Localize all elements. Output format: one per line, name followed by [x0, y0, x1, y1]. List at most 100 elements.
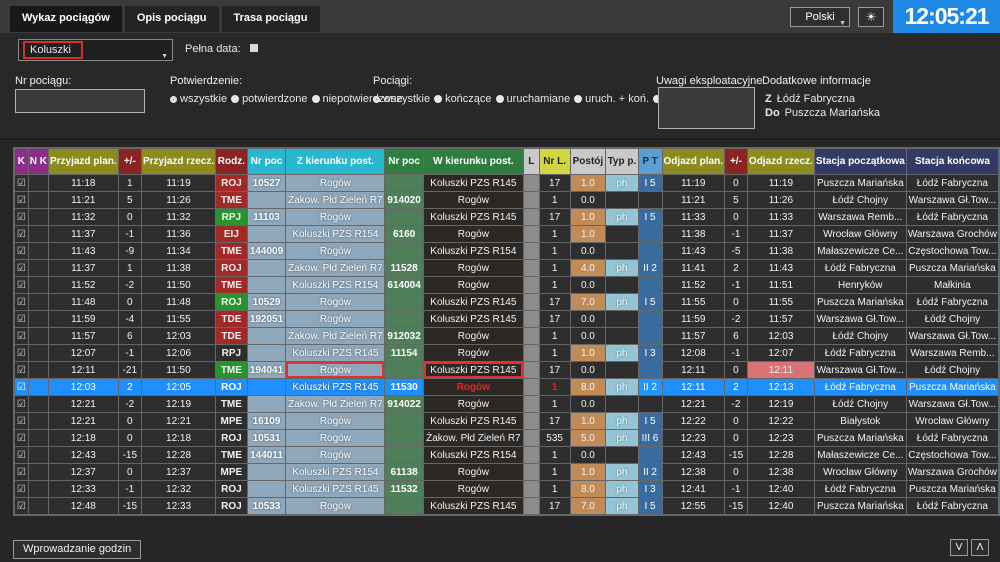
column-header: Stacja początkowa: [813, 148, 907, 175]
additional-info-label: Dodatkowe informacje: [762, 75, 871, 87]
cell-w-kierunku: Rogów: [422, 276, 524, 294]
radio-wszystkie[interactable]: wszystkie: [373, 93, 430, 105]
cell-odjazd-plan: 12:41: [661, 480, 725, 498]
table-row[interactable]: ☑ 11:21 5 11:26 TME Żakow. Płd Zieleń R7 91402…: [14, 191, 1000, 209]
cell-l: [522, 361, 540, 379]
cell-l: [522, 429, 540, 447]
station-select[interactable]: Koluszki ▼: [18, 39, 173, 61]
row-checkbox[interactable]: ☑: [14, 497, 29, 515]
cell-p-t: II 2: [637, 378, 663, 396]
row-checkbox[interactable]: ☑: [14, 480, 29, 498]
row-checkbox[interactable]: ☑: [14, 378, 29, 396]
station-value-highlight: Koluszki: [23, 41, 83, 59]
table-row[interactable]: ☑ 12:37 0 12:37 MPE Koluszki PZS R154 61138 Rog…: [14, 463, 1000, 481]
row-checkbox[interactable]: ☑: [14, 208, 29, 226]
row-checkbox[interactable]: ☑: [14, 310, 29, 328]
table-row[interactable]: ☑ 12:43 -15 12:28 TME 144011 Rogów Koluszki PZS…: [14, 446, 1000, 464]
table-row[interactable]: ☑ 11:48 0 11:48 ROJ 10529 Rogów Koluszki PZS R1…: [14, 293, 1000, 311]
table-row[interactable]: ☑ 11:18 1 11:19 ROJ 10527 Rogów Koluszki PZS R1…: [14, 174, 1000, 192]
cell-nr-poc-z: 194041: [246, 361, 287, 379]
cell-p-t: [637, 191, 663, 209]
table-row[interactable]: ☑ 11:52 -2 11:50 TME Koluszki PZS R154 614004 R…: [14, 276, 1000, 294]
radio-kończące[interactable]: kończące: [434, 93, 492, 105]
table-row[interactable]: ☑ 12:48 -15 12:33 ROJ 10533 Rogów Koluszki PZS …: [14, 497, 1000, 515]
table-row[interactable]: ☑ 12:07 -1 12:06 RPJ Koluszki PZS R145 11154 Ro…: [14, 344, 1000, 362]
full-date-checkbox[interactable]: [249, 44, 258, 52]
row-checkbox[interactable]: ☑: [14, 174, 29, 192]
column-header: Stacja końcowa: [905, 148, 1000, 175]
cell-stacja-poczatkowa: Henryków: [813, 276, 907, 294]
row-checkbox[interactable]: ☑: [14, 412, 29, 430]
table-row[interactable]: ☑ 11:57 6 12:03 TDE Żakow. Płd Zieleń R7 91203…: [14, 327, 1000, 345]
cell-p-t: [637, 395, 663, 413]
cell-roznica-odjazd: -1: [723, 225, 748, 243]
train-table: KN K Przyjazd plan. +/- Przyjazd rzecz. Rodz…: [13, 147, 1000, 516]
table-row[interactable]: ☑ 11:32 0 11:32 RPJ 11103 Rogów Koluszki PZS R1…: [14, 208, 1000, 226]
row-checkbox[interactable]: ☑: [14, 327, 29, 345]
tab-inactive[interactable]: Trasa pociągu: [221, 6, 320, 32]
column-header: K: [14, 148, 29, 175]
tab-inactive[interactable]: Opis pociągu: [124, 6, 219, 32]
row-checkbox[interactable]: ☑: [14, 361, 29, 379]
radio-uruch-koń-[interactable]: uruch. + koń.: [574, 93, 649, 105]
row-checkbox[interactable]: ☑: [14, 293, 29, 311]
radio-potwierdzone[interactable]: potwierdzone: [231, 93, 308, 105]
table-row[interactable]: ☑ 11:43 -9 11:34 TME 144009 Rogów Koluszki PZS …: [14, 242, 1000, 260]
row-checkbox[interactable]: ☑: [14, 344, 29, 362]
cell-stacja-koncowa: Łódź Fabryczna: [905, 429, 1000, 447]
cell-odjazd-plan: 11:57: [661, 327, 725, 345]
table-row[interactable]: ☑ 12:11 -21 11:50 TME 194041 Rogów Koluszki PZS…: [14, 361, 1000, 379]
cell-przyjazd-plan: 12:18: [47, 429, 119, 447]
row-checkbox[interactable]: ☑: [14, 446, 29, 464]
row-checkbox[interactable]: ☑: [14, 225, 29, 243]
table-row[interactable]: ☑ 12:21 0 12:21 MPE 16109 Rogów Koluszki PZS R1…: [14, 412, 1000, 430]
cell-nr-l: 17: [538, 208, 571, 226]
cell-p-t: I 5: [637, 208, 663, 226]
row-checkbox[interactable]: ☑: [14, 191, 29, 209]
scroll-down-button[interactable]: V: [950, 539, 968, 556]
row-checkbox[interactable]: ☑: [14, 429, 29, 447]
cell-stacja-poczatkowa: Puszcza Mariańska: [813, 293, 907, 311]
theme-toggle-button[interactable]: ☀: [858, 7, 884, 27]
row-checkbox[interactable]: ☑: [14, 242, 29, 260]
cell-odjazd-rzecz: 12:40: [746, 497, 815, 515]
language-select[interactable]: Polski ▼: [790, 7, 850, 27]
cell-stacja-koncowa: Warszawa Remb...: [905, 344, 1000, 362]
remarks-textarea[interactable]: [658, 87, 755, 129]
cell-odjazd-plan: 11:43: [661, 242, 725, 260]
row-checkbox[interactable]: ☑: [14, 395, 29, 413]
radio-wszystkie[interactable]: wszystkie: [170, 93, 227, 105]
scroll-up-button[interactable]: Λ: [971, 539, 989, 556]
to-value: Puszcza Mariańska: [784, 107, 881, 119]
row-checkbox[interactable]: ☑: [14, 463, 29, 481]
cell-stacja-koncowa: Warszawa Grochów: [905, 463, 1000, 481]
cell-odjazd-rzecz: 12:11: [746, 361, 815, 379]
cell-odjazd-plan: 12:11: [661, 361, 725, 379]
table-row[interactable]: ☑ 12:33 -1 12:32 ROJ Koluszki PZS R145 11532 Ro…: [14, 480, 1000, 498]
table-row[interactable]: ☑ 12:18 0 12:18 ROJ 10531 Rogów Żakow. Płd Ziel…: [14, 429, 1000, 447]
cell-w-kierunku: Koluszki PZS R154: [422, 446, 524, 464]
radio-uruchamiane[interactable]: uruchamiane: [495, 93, 570, 105]
cell-nr-poc-z: 192051: [246, 310, 287, 328]
cell-przyjazd-rzecz: 12:06: [140, 344, 217, 362]
train-number-input[interactable]: [15, 89, 145, 113]
row-checkbox[interactable]: ☑: [14, 259, 29, 277]
cell-l: [522, 310, 540, 328]
cell-rodz: ROJ: [215, 480, 248, 498]
enter-times-button[interactable]: Wprowadzanie godzin: [13, 540, 142, 559]
cell-nr-poc-w: [384, 310, 424, 328]
row-checkbox[interactable]: ☑: [14, 276, 29, 294]
cell-nr-poc-w: 614004: [384, 276, 424, 294]
to-key: Do: [765, 107, 780, 119]
table-row[interactable]: ☑ 11:37 1 11:38 ROJ Żakow. Płd Zieleń R7 11528…: [14, 259, 1000, 277]
table-row[interactable]: ☑ 11:37 -1 11:36 EIJ Koluszki PZS R154 6160 Rog…: [14, 225, 1000, 243]
cell-roznica-przyjazd: -1: [117, 480, 142, 498]
cell-nk: [27, 242, 49, 260]
tab-active[interactable]: Wykaz pociągów: [10, 6, 122, 32]
table-row[interactable]: ☑ 12:21 -2 12:19 TME Żakow. Płd Zieleń R7 9140…: [14, 395, 1000, 413]
cell-p-t: [637, 327, 663, 345]
table-row[interactable]: ☑ 11:59 -4 11:55 TDE 192051 Rogów Koluszki PZS …: [14, 310, 1000, 328]
table-row-selected[interactable]: ☑ 12:03 2 12:05 ROJ Koluszki PZS R145 11530 Rog…: [14, 378, 1000, 396]
cell-nr-poc-z: [246, 480, 287, 498]
column-header: Nr poc: [384, 148, 424, 175]
